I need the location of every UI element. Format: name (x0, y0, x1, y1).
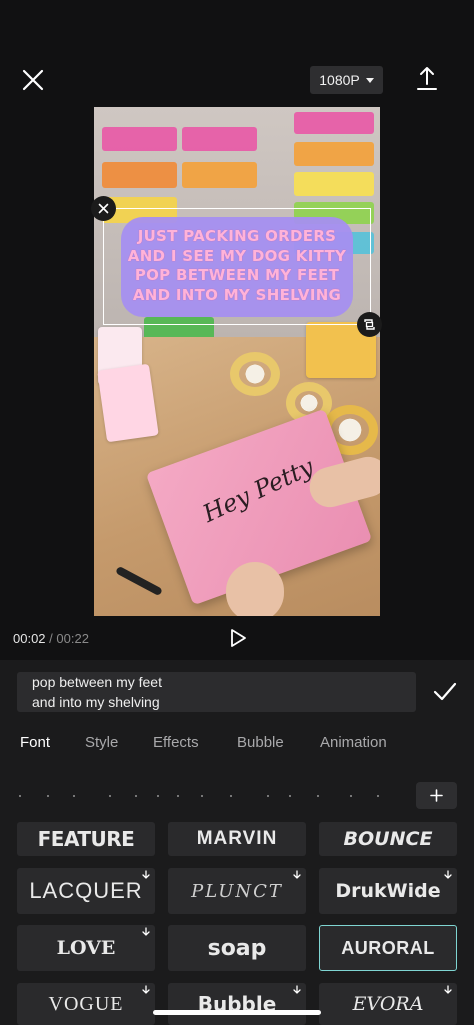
font-option-label: MARVIN (196, 828, 278, 849)
download-icon (142, 927, 150, 936)
close-icon (22, 69, 44, 91)
font-option-evora[interactable]: EVORA (319, 983, 457, 1025)
tab-style[interactable]: Style (85, 734, 118, 751)
font-option-love[interactable]: LOVE (17, 925, 155, 971)
top-bar: 1080P (0, 55, 474, 105)
font-option-feature[interactable]: FEATURE (17, 822, 155, 856)
font-option-label: DrukWide (335, 880, 441, 902)
download-icon (444, 870, 452, 879)
tab-effects[interactable]: Effects (153, 734, 199, 751)
scale-rotate-handle[interactable] (357, 312, 382, 337)
tab-font[interactable]: Font (20, 734, 50, 751)
font-category-strip[interactable] (17, 786, 397, 806)
font-option-label: BOUNCE (343, 828, 433, 850)
font-option-marvin[interactable]: MARVIN (168, 822, 306, 856)
package-label: Hey Petty (198, 452, 318, 528)
tab-animation[interactable]: Animation (320, 734, 387, 751)
font-option-label: LACQUER (29, 878, 143, 903)
font-option-auroral[interactable]: AURORAL (319, 925, 457, 971)
font-option-label: LOVE (56, 937, 116, 959)
font-option-label: soap (207, 935, 267, 961)
font-option-bubble[interactable]: Bubble (168, 983, 306, 1025)
export-button[interactable] (414, 65, 440, 93)
download-icon (444, 985, 452, 994)
play-button[interactable] (227, 627, 249, 649)
add-font-button[interactable] (416, 782, 457, 809)
drawer (294, 172, 374, 196)
caption-text-input[interactable]: pop between my feet and into my shelving (17, 672, 416, 712)
scale-icon (364, 319, 375, 330)
confirm-button[interactable] (432, 680, 458, 704)
close-icon (98, 203, 109, 214)
home-indicator (153, 1010, 321, 1015)
download-icon (293, 985, 301, 994)
drawer (294, 112, 374, 134)
download-icon (142, 870, 150, 879)
font-option-drukwide[interactable]: DrukWide (319, 868, 457, 914)
font-option-label: EVORA (352, 993, 424, 1015)
drawer (294, 142, 374, 166)
time-display: 00:02 / 00:22 (13, 631, 89, 646)
delete-text-button[interactable] (91, 196, 116, 221)
hand (226, 562, 284, 616)
tape-roll (230, 352, 280, 396)
current-time: 00:02 (13, 631, 46, 646)
text-selection-box[interactable] (103, 208, 371, 325)
time-separator: / (49, 631, 53, 646)
resolution-dropdown[interactable]: 1080P (310, 66, 383, 94)
font-option-label: AURORAL (341, 937, 435, 958)
download-icon (293, 870, 301, 879)
sticker-card (97, 363, 159, 443)
font-option-label: VOGUE (48, 992, 124, 1015)
drawer (182, 127, 257, 151)
play-icon (231, 629, 246, 647)
font-option-soap[interactable]: soap (168, 925, 306, 971)
download-icon (142, 985, 150, 994)
caret-down-icon (365, 78, 374, 83)
total-time: 00:22 (56, 631, 89, 646)
tab-bubble[interactable]: Bubble (237, 734, 284, 751)
font-option-bounce[interactable]: BOUNCE (319, 822, 457, 856)
resolution-label: 1080P (319, 72, 360, 88)
font-option-label: FEATURE (37, 827, 135, 851)
plus-icon (430, 789, 443, 802)
font-option-lacquer[interactable]: LACQUER (17, 868, 155, 914)
video-preview[interactable]: Hey Petty (94, 107, 380, 616)
export-icon (417, 67, 437, 90)
drawer (102, 127, 177, 151)
font-option-plunct[interactable]: PLUNCT (168, 868, 306, 914)
drawer (182, 162, 257, 188)
style-tabs: Font Style Effects Bubble Animation (0, 730, 474, 758)
video-text-editor: 1080P Hey Petty JUST PACKING ORDERS AND … (0, 0, 474, 1025)
checkmark-icon (433, 682, 457, 701)
close-button[interactable] (20, 67, 46, 93)
font-option-label: PLUNCT (191, 880, 283, 902)
drawer (102, 162, 177, 188)
font-option-vogue[interactable]: VOGUE (17, 983, 155, 1025)
